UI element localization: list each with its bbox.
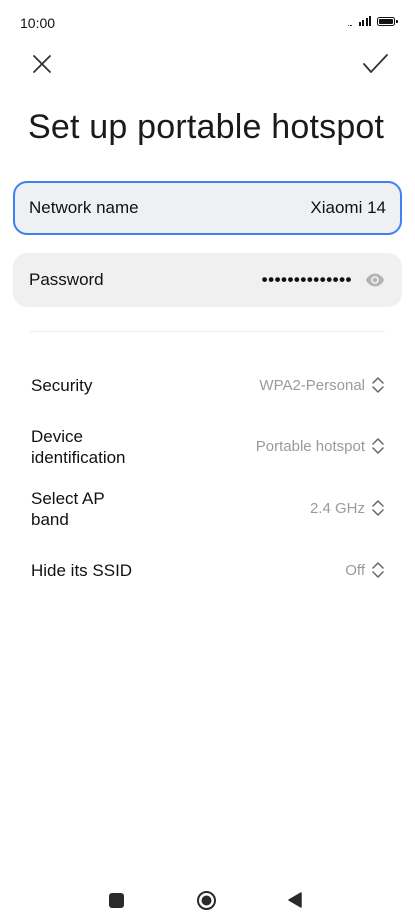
chevron-updown-icon (372, 500, 384, 516)
device-identification-value: Portable hotspot (255, 437, 365, 455)
home-button[interactable] (196, 890, 217, 911)
hide-ssid-setting[interactable]: Hide its SSID Off (0, 544, 415, 596)
hide-ssid-label: Hide its SSID (31, 561, 133, 580)
password-field[interactable]: Password •••••••••••••• (13, 253, 402, 307)
password-label: Password (29, 270, 104, 289)
device-identification-value-wrap[interactable]: Portable hotspot (256, 437, 385, 455)
network-name-label: Network name (29, 198, 139, 217)
recents-button[interactable] (109, 893, 124, 908)
divider (30, 331, 385, 332)
select-ap-band-label: Select AP band (31, 489, 105, 529)
select-ap-band-value: 2.4 GHz (309, 499, 365, 517)
select-ap-band-setting[interactable]: Select AP band 2.4 GHz (0, 482, 415, 534)
hide-ssid-value-wrap[interactable]: Off (345, 561, 385, 579)
status-time: 10:00 (20, 15, 56, 31)
security-setting[interactable]: Security WPA2-Personal (0, 359, 415, 411)
eye-icon[interactable] (364, 269, 386, 291)
network-name-field[interactable]: Network name Xiaomi 14 (13, 181, 402, 235)
device-identification-label: Device identification (31, 427, 126, 467)
check-icon (363, 54, 388, 73)
back-button[interactable] (287, 891, 303, 909)
status-icons (347, 16, 398, 26)
security-value: WPA2-Personal (259, 376, 365, 394)
device-identification-setting[interactable]: Device identification Portable hotspot (0, 420, 415, 472)
select-ap-band-value-wrap[interactable]: 2.4 GHz (310, 499, 385, 517)
page-title: Set up portable hotspot (28, 108, 385, 146)
signal-icon (358, 16, 371, 26)
chevron-updown-icon (372, 438, 384, 454)
navigation-bar (0, 880, 415, 920)
close-icon (33, 55, 51, 73)
chevron-updown-icon (372, 562, 384, 578)
status-bar: 10:00 (0, 0, 415, 48)
confirm-button[interactable] (359, 48, 391, 80)
hide-ssid-value: Off (345, 561, 365, 579)
top-actions (0, 44, 415, 84)
security-label: Security (31, 376, 93, 395)
network-name-value[interactable]: Xiaomi 14 (310, 198, 386, 218)
battery-icon (377, 16, 398, 26)
chevron-updown-icon (372, 377, 384, 393)
close-button[interactable] (26, 48, 58, 80)
signal-dots-icon (347, 16, 352, 26)
security-value-wrap[interactable]: WPA2-Personal (259, 376, 385, 394)
password-value[interactable]: •••••••••••••• (262, 270, 352, 290)
